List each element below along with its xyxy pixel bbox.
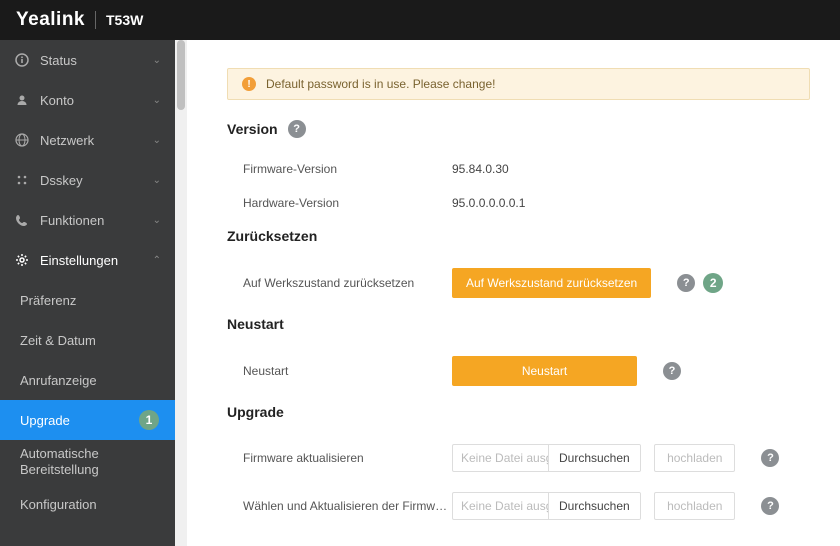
gear-icon xyxy=(14,252,30,268)
password-alert: ! Default password is in use. Please cha… xyxy=(227,68,810,100)
upload-button[interactable]: hochladen xyxy=(654,492,735,520)
help-icon[interactable]: ? xyxy=(677,274,695,292)
row-value: 95.0.0.0.0.0.1 xyxy=(452,196,642,210)
file-input-firmware[interactable]: Keine Datei ausg Durchsuchen xyxy=(452,444,641,472)
help-icon[interactable]: ? xyxy=(288,120,306,138)
step-badge-2: 2 xyxy=(703,273,723,293)
top-bar: Yealink T53W xyxy=(0,0,840,40)
factory-reset-button[interactable]: Auf Werkszustand zurücksetzen xyxy=(452,268,651,298)
row-value: 95.84.0.30 xyxy=(452,162,642,176)
row-label: Neustart xyxy=(227,364,452,378)
section-title-text: Zurücksetzen xyxy=(227,228,317,244)
file-input-select-firmware[interactable]: Keine Datei ausg Durchsuchen xyxy=(452,492,641,520)
reboot-button[interactable]: Neustart xyxy=(452,356,637,386)
step-badge-1: 1 xyxy=(139,410,159,430)
sidebar-sub-label: Upgrade xyxy=(20,413,70,428)
row-factory-reset: Auf Werkszustand zurücksetzen Auf Werksz… xyxy=(227,258,810,308)
sidebar-item-account[interactable]: Konto ⌄ xyxy=(0,80,175,120)
scroll-thumb[interactable] xyxy=(177,40,185,110)
row-label: Firmware aktualisieren xyxy=(227,451,452,465)
phone-icon xyxy=(14,212,30,228)
sidebar-subnav: Präferenz Zeit & Datum Anrufanzeige Upgr… xyxy=(0,280,175,524)
sidebar-sub-call-display[interactable]: Anrufanzeige xyxy=(0,360,175,400)
section-title-text: Upgrade xyxy=(227,404,284,420)
row-label: Firmware-Version xyxy=(227,162,452,176)
sidebar-item-settings[interactable]: Einstellungen ⌃ xyxy=(0,240,175,280)
info-icon xyxy=(14,52,30,68)
sidebar-sub-label: Zeit & Datum xyxy=(20,333,96,348)
row-label: Wählen und Aktualisieren der Firmware de… xyxy=(227,499,452,513)
alert-text: Default password is in use. Please chang… xyxy=(266,77,495,91)
chevron-down-icon: ⌄ xyxy=(153,55,161,66)
file-placeholder: Keine Datei ausg xyxy=(453,493,549,519)
sidebar-item-functions[interactable]: Funktionen ⌄ xyxy=(0,200,175,240)
section-title-text: Version xyxy=(227,121,278,137)
main-content: ! Default password is in use. Please cha… xyxy=(187,40,840,546)
sidebar-item-label: Einstellungen xyxy=(40,253,118,268)
row-firmware-version: Firmware-Version 95.84.0.30 xyxy=(227,152,810,186)
chevron-down-icon: ⌄ xyxy=(153,135,161,146)
sidebar-sub-configuration[interactable]: Konfiguration xyxy=(0,484,175,524)
section-upgrade-title: Upgrade xyxy=(227,404,810,420)
sidebar-item-label: Status xyxy=(40,53,77,68)
chevron-down-icon: ⌄ xyxy=(153,95,161,106)
chevron-down-icon: ⌄ xyxy=(153,215,161,226)
sidebar-sub-time-date[interactable]: Zeit & Datum xyxy=(0,320,175,360)
section-reboot-title: Neustart xyxy=(227,316,810,332)
row-hardware-version: Hardware-Version 95.0.0.0.0.0.1 xyxy=(227,186,810,220)
sidebar-sub-preference[interactable]: Präferenz xyxy=(0,280,175,320)
sidebar-sub-label: Konfiguration xyxy=(20,497,97,512)
sidebar-item-label: Konto xyxy=(40,93,74,108)
row-upgrade-select: Wählen und Aktualisieren der Firmware de… xyxy=(227,482,810,530)
help-icon[interactable]: ? xyxy=(761,449,779,467)
section-title-text: Neustart xyxy=(227,316,284,332)
help-icon[interactable]: ? xyxy=(663,362,681,380)
sidebar-item-label: Netzwerk xyxy=(40,133,94,148)
sidebar-sub-upgrade[interactable]: Upgrade 1 xyxy=(0,400,175,440)
chevron-up-icon: ⌃ xyxy=(153,255,161,266)
sidebar: Status ⌄ Konto ⌄ Netzwerk ⌄ Dsskey ⌄ Fun… xyxy=(0,40,175,546)
row-reboot: Neustart Neustart ? xyxy=(227,346,810,396)
sidebar-item-dsskey[interactable]: Dsskey ⌄ xyxy=(0,160,175,200)
browse-button[interactable]: Durchsuchen xyxy=(549,493,640,519)
chevron-down-icon: ⌄ xyxy=(153,175,161,186)
section-version-title: Version ? xyxy=(227,120,810,138)
sidebar-sub-label: Anrufanzeige xyxy=(20,373,97,388)
sidebar-sub-label: Automatische Bereitstellung xyxy=(20,446,175,477)
brand-divider xyxy=(95,11,96,29)
upload-button[interactable]: hochladen xyxy=(654,444,735,472)
help-icon[interactable]: ? xyxy=(761,497,779,515)
sidebar-item-network[interactable]: Netzwerk ⌄ xyxy=(0,120,175,160)
row-upgrade-firmware: Firmware aktualisieren Keine Datei ausg … xyxy=(227,434,810,482)
row-label: Hardware-Version xyxy=(227,196,452,210)
section-reset-title: Zurücksetzen xyxy=(227,228,810,244)
globe-icon xyxy=(14,132,30,148)
sidebar-sub-autoprovision[interactable]: Automatische Bereitstellung xyxy=(0,440,175,484)
file-placeholder: Keine Datei ausg xyxy=(453,445,549,471)
model-name: T53W xyxy=(106,12,143,28)
sidebar-item-label: Funktionen xyxy=(40,213,104,228)
browse-button[interactable]: Durchsuchen xyxy=(549,445,640,471)
user-icon xyxy=(14,92,30,108)
sidebar-item-status[interactable]: Status ⌄ xyxy=(0,40,175,80)
sidebar-item-label: Dsskey xyxy=(40,173,83,188)
row-label: Auf Werkszustand zurücksetzen xyxy=(227,276,452,290)
warning-icon: ! xyxy=(242,77,256,91)
keypad-icon xyxy=(14,172,30,188)
scroll-track[interactable] xyxy=(175,40,187,546)
sidebar-sub-label: Präferenz xyxy=(20,293,76,308)
brand-logo: Yealink xyxy=(16,9,85,31)
